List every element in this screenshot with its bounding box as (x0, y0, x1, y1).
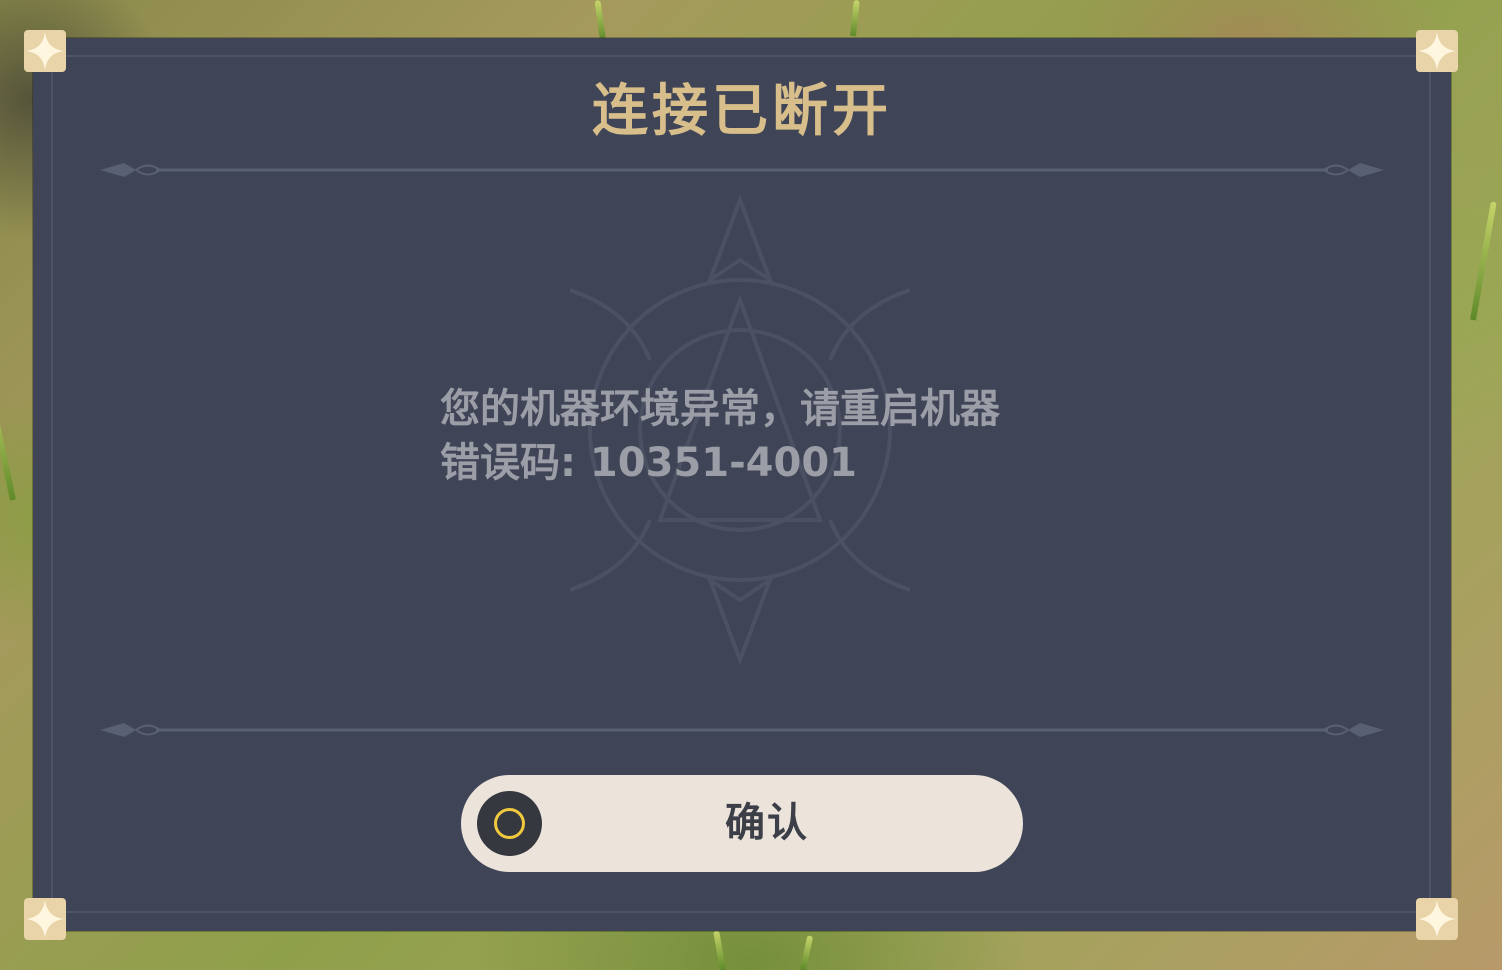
corner-ornament-icon (24, 898, 66, 940)
grass-blade (1470, 201, 1497, 321)
grass-blade (594, 0, 606, 41)
corner-ornament-icon (24, 30, 66, 72)
error-message: 您的机器环境异常，请重启机器 错误码: 10351-4001 (440, 382, 1140, 490)
error-code-line: 错误码: 10351-4001 (440, 440, 858, 486)
confirm-button-label: 确认 (725, 800, 809, 846)
grass-blade (800, 935, 814, 970)
ornamental-divider (100, 163, 1384, 177)
dialog-title: 连接已断开 (592, 79, 892, 144)
grass-blade (850, 0, 860, 37)
ornamental-divider (100, 723, 1384, 737)
corner-ornament-icon (1416, 898, 1458, 940)
confirm-button[interactable]: 确认 (461, 775, 1023, 872)
grass-blade (0, 381, 16, 501)
grass-blade (713, 930, 726, 970)
corner-ornament-icon (1416, 30, 1458, 72)
message-line: 您的机器环境异常，请重启机器 (440, 386, 1000, 432)
